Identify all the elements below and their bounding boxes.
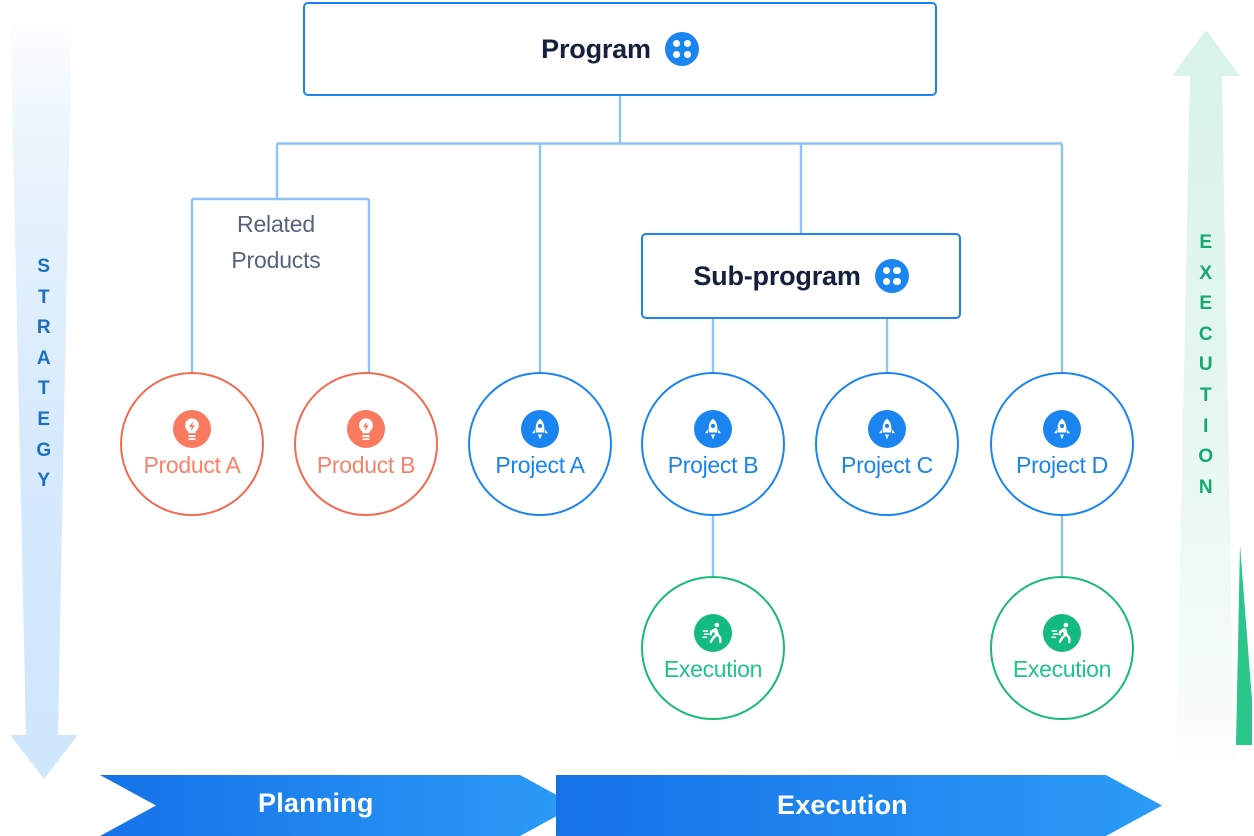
runner-icon <box>1043 613 1081 652</box>
node-product-a[interactable]: Product A <box>120 372 264 516</box>
connector-group-execution <box>711 516 1064 576</box>
rocket-icon <box>868 409 906 448</box>
execution-letter: X <box>1199 262 1213 284</box>
strategy-letter: E <box>37 408 51 430</box>
subprogram-box[interactable]: Sub-program <box>641 233 961 319</box>
node-project-c[interactable]: Project C <box>815 372 959 516</box>
related-products-line2: Products <box>231 247 321 273</box>
execution-letter: E <box>1199 232 1213 253</box>
strategy-letter: Y <box>37 470 51 492</box>
execution-letter: I <box>1203 415 1209 437</box>
planning-banner-label: Planning <box>258 788 374 818</box>
node-label: Execution <box>1012 655 1112 682</box>
related-products-line1: Related <box>237 211 315 237</box>
rocket-icon <box>694 409 732 448</box>
four-dots-icon <box>874 259 909 293</box>
four-dots-icon <box>664 32 699 66</box>
execution-letter: U <box>1198 354 1214 376</box>
diagram-canvas: Program Sub-program Related Products Pro… <box>0 0 1254 836</box>
lightbulb-bolt-icon <box>347 409 385 448</box>
node-label: Execution <box>663 655 763 682</box>
node-project-b[interactable]: Project B <box>641 372 785 516</box>
related-products-label: Related Products <box>197 206 355 278</box>
strategy-letter: T <box>37 378 51 400</box>
rocket-icon <box>1043 409 1081 448</box>
node-label: Product B <box>316 451 416 478</box>
strategy-letter: T <box>37 286 51 308</box>
strategy-letter: G <box>36 439 52 461</box>
strategy-arrow-caption: S T R A T E G Y <box>28 252 60 497</box>
subprogram-label: Sub-program <box>693 260 861 291</box>
node-execution-d[interactable]: Execution <box>990 576 1134 720</box>
execution-letter: T <box>1199 384 1213 406</box>
execution-banner-label: Execution <box>777 790 908 820</box>
program-box[interactable]: Program <box>303 2 937 96</box>
edge-sliver <box>1236 545 1252 745</box>
strategy-letter: A <box>36 347 52 369</box>
runner-icon <box>694 613 732 652</box>
execution-letter: O <box>1198 446 1214 468</box>
lightbulb-bolt-icon <box>173 409 211 448</box>
node-execution-b[interactable]: Execution <box>641 576 785 720</box>
node-label: Project B <box>667 451 759 478</box>
execution-letter: C <box>1198 323 1214 345</box>
node-label: Project D <box>1016 451 1108 478</box>
strategy-letter: R <box>36 317 52 339</box>
execution-letter: N <box>1198 476 1214 498</box>
node-project-a[interactable]: Project A <box>468 372 612 516</box>
node-project-d[interactable]: Project D <box>990 372 1134 516</box>
node-label: Product A <box>143 451 241 478</box>
execution-arrow-caption: E X E C U T I O N <box>1190 228 1222 503</box>
program-label: Program <box>541 33 651 64</box>
rocket-icon <box>521 409 559 448</box>
node-label: Project A <box>495 451 585 478</box>
node-label: Project C <box>841 451 933 478</box>
node-product-b[interactable]: Product B <box>294 372 438 516</box>
execution-letter: E <box>1199 293 1213 315</box>
strategy-letter: S <box>37 256 51 277</box>
connector-group-subprogram <box>711 319 889 372</box>
